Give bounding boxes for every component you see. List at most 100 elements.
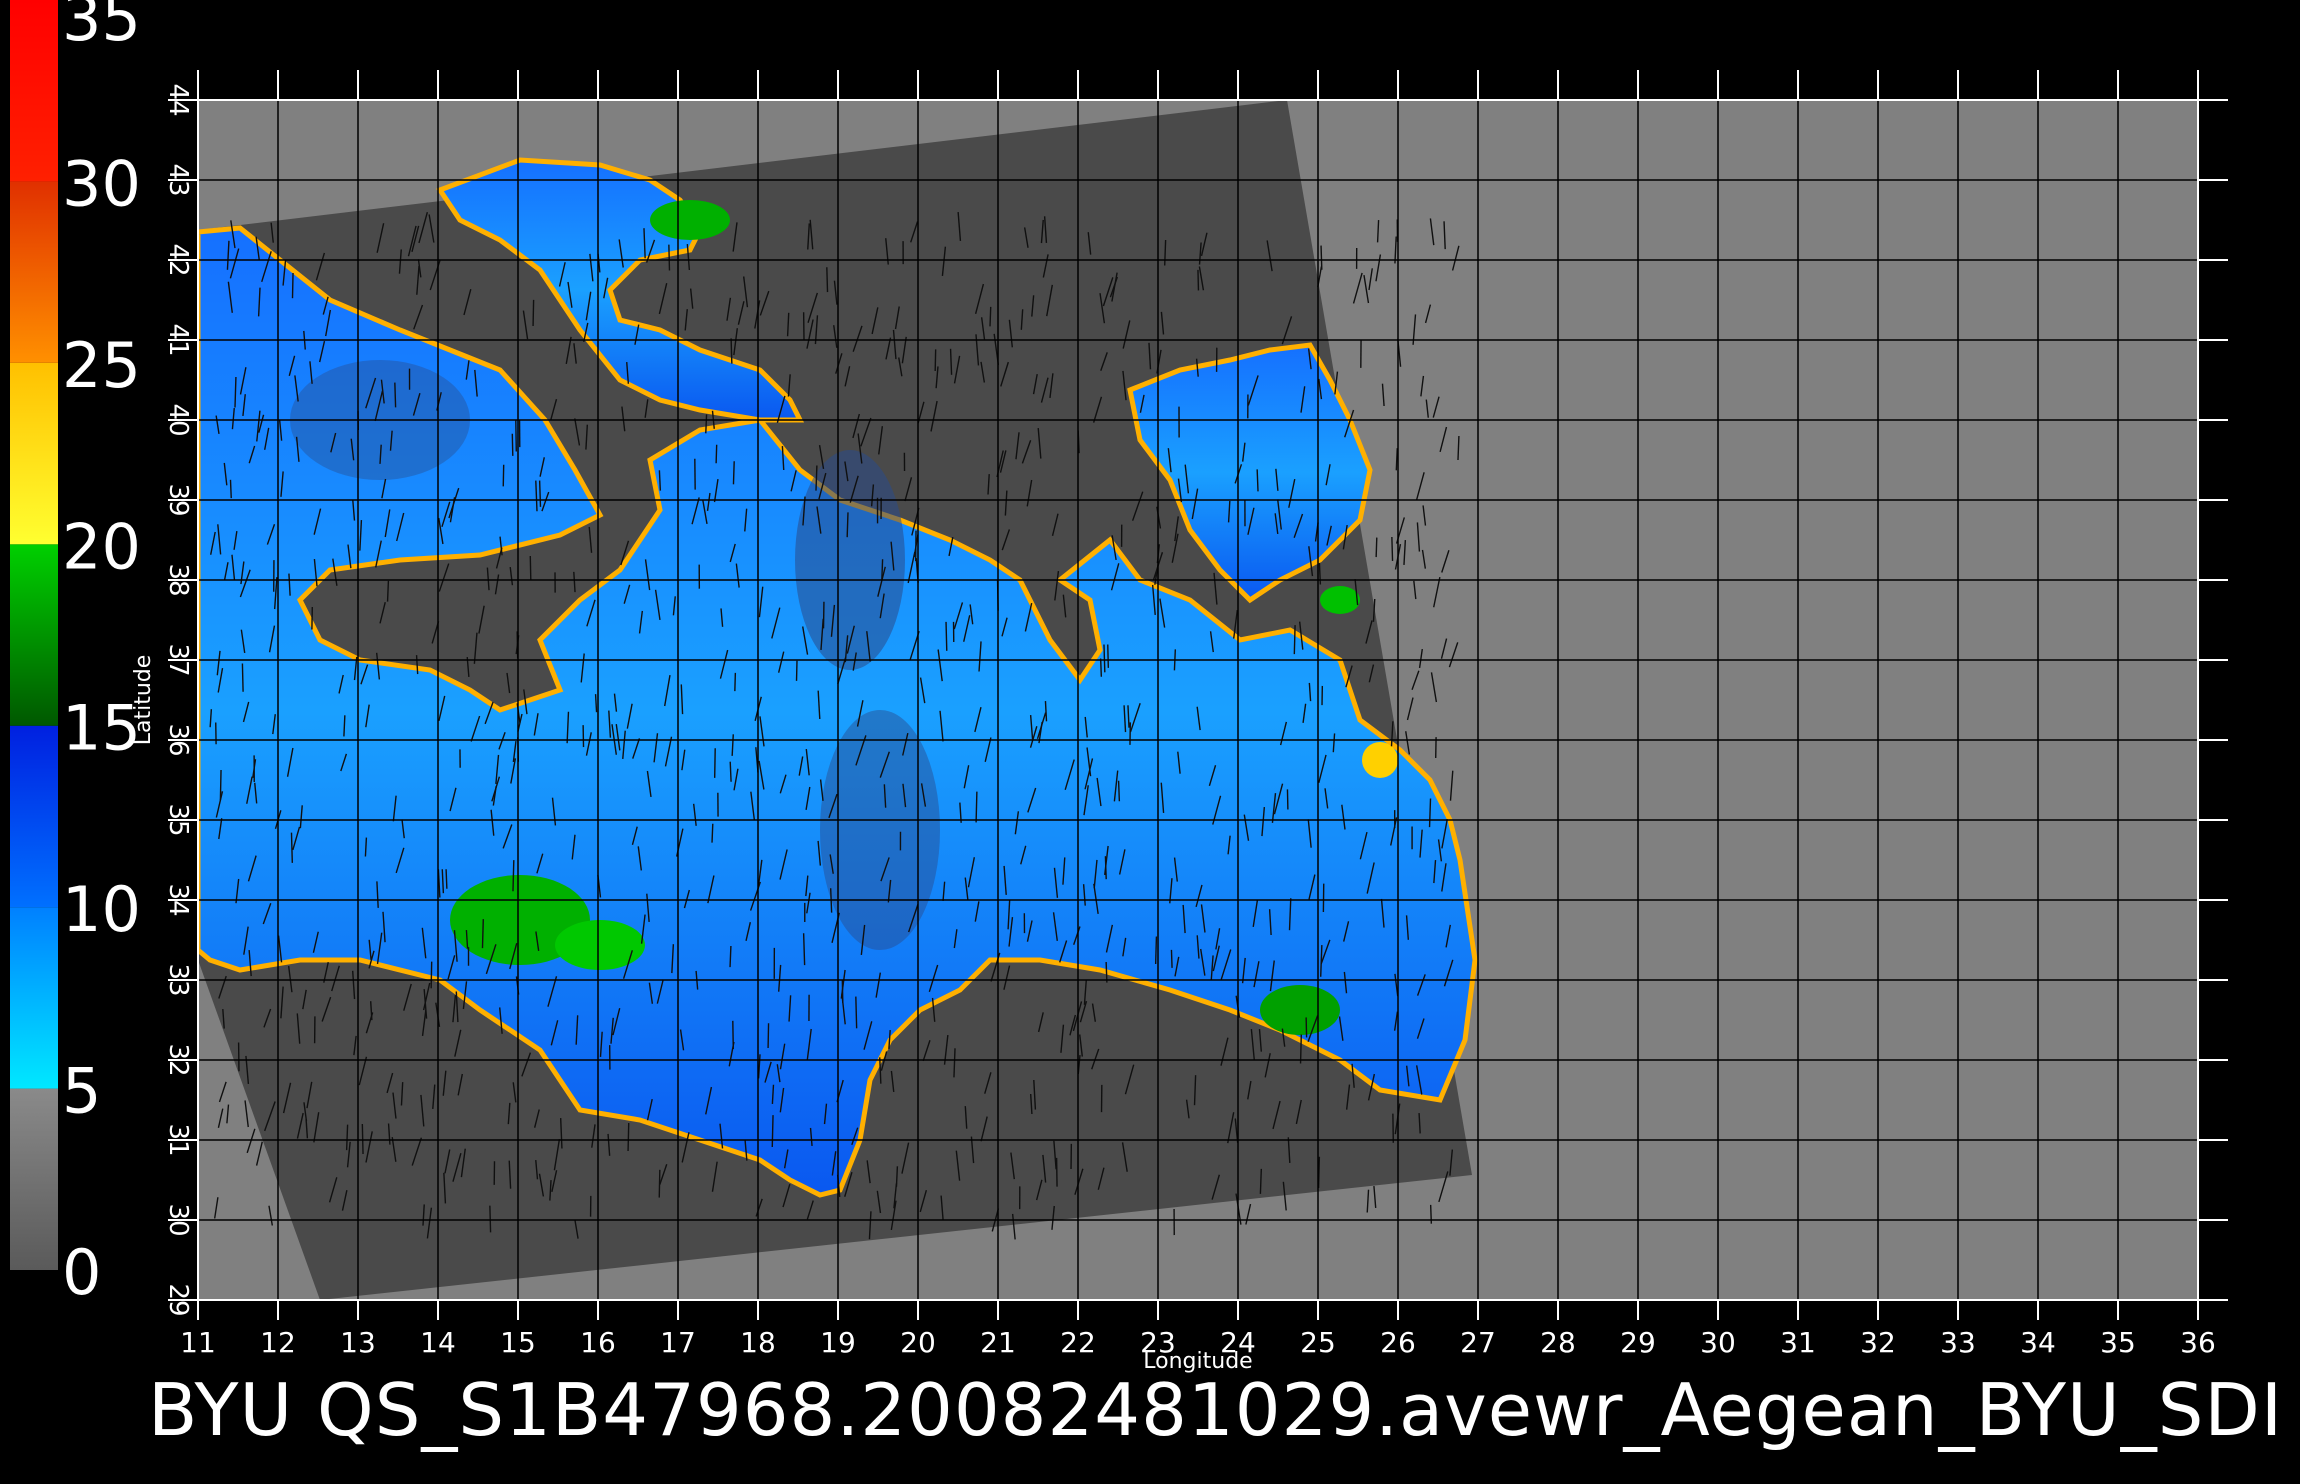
colorbar-tick-label: 30 — [62, 147, 141, 220]
wind-barb — [716, 445, 717, 463]
wind-barb — [1171, 950, 1172, 968]
colorbar-segment — [10, 181, 58, 362]
lon-tick-label: 33 — [1940, 1326, 1976, 1359]
lon-tick-label: 19 — [820, 1326, 856, 1359]
wind-barb — [1156, 936, 1157, 964]
wind-barb — [731, 338, 732, 363]
wind-barb — [1376, 538, 1377, 558]
colorbar-segment — [10, 544, 58, 725]
wind-barb — [596, 694, 597, 712]
wind-barb — [804, 933, 805, 965]
wind-barb — [533, 300, 534, 326]
wind-barb — [347, 1125, 348, 1150]
lon-tick-label: 32 — [1860, 1326, 1896, 1359]
wind-barb — [490, 1206, 491, 1233]
lon-tick-label: 36 — [2180, 1326, 2216, 1359]
wind-barb — [990, 307, 991, 327]
lon-tick-label: 31 — [1780, 1326, 1816, 1359]
wind-barb — [482, 919, 483, 948]
lon-tick-label: 18 — [740, 1326, 776, 1359]
lon-tick-label: 13 — [340, 1326, 376, 1359]
wind-barb — [946, 622, 947, 651]
wind-barb — [712, 824, 713, 843]
colorbar-tick-label: 25 — [62, 329, 141, 402]
wind-barb — [1458, 436, 1459, 460]
lon-tick-label: 27 — [1460, 1326, 1496, 1359]
lon-tick-label: 20 — [900, 1326, 936, 1359]
wind-barb — [827, 267, 828, 292]
lat-tick-label: 43 — [163, 163, 193, 196]
lat-tick-label: 44 — [163, 83, 193, 116]
wind-barb — [1294, 625, 1295, 654]
lat-tick-label: 32 — [163, 1043, 193, 1076]
wind-barb — [659, 470, 660, 490]
wind-barb — [730, 762, 731, 782]
wind-barb — [344, 715, 345, 736]
wind-barb — [1260, 1169, 1261, 1194]
wind-barb — [976, 792, 977, 823]
lat-tick-label: 30 — [163, 1203, 193, 1236]
lat-tick-label: 36 — [163, 723, 193, 756]
wind-barb — [388, 581, 389, 602]
colorbar-tick-label: 20 — [62, 510, 141, 583]
wind-barb — [230, 480, 231, 498]
wind-barb — [735, 673, 736, 691]
lon-tick-label: 26 — [1380, 1326, 1416, 1359]
colorbar-segment — [10, 726, 58, 907]
wind-barb — [847, 512, 848, 537]
wind-barb — [242, 664, 243, 692]
colorbar-tick-label: 35 — [62, 0, 141, 55]
lon-tick-label: 30 — [1700, 1326, 1736, 1359]
colorbar-segment — [10, 1089, 58, 1270]
lon-tick-label: 25 — [1300, 1326, 1336, 1359]
wind-barb — [1430, 799, 1431, 828]
wind-barb — [856, 997, 857, 1029]
wind-barb — [1108, 644, 1109, 667]
wind-barb — [715, 748, 716, 778]
colorbar-segment — [10, 907, 58, 1088]
wind-barb — [628, 1123, 629, 1151]
wind-barb — [1165, 240, 1166, 265]
wind-barb — [446, 869, 447, 889]
wind-barb — [530, 556, 531, 580]
colorbar-tick-label: 0 — [62, 1236, 101, 1309]
map-svg: 05101520253035 — [0, 0, 2300, 1480]
wind-barb — [730, 946, 731, 967]
colorbar-tick-label: 10 — [62, 873, 141, 946]
wind-barb — [706, 414, 707, 433]
wind-barb — [1321, 246, 1322, 270]
wind-barb — [220, 770, 221, 800]
lat-tick-label: 31 — [163, 1123, 193, 1156]
lon-tick-label: 16 — [580, 1326, 616, 1359]
wind-barb — [1301, 1034, 1302, 1063]
lat-tick-label: 41 — [163, 323, 193, 356]
lon-tick-label: 28 — [1540, 1326, 1576, 1359]
lat-tick-label: 42 — [163, 243, 193, 276]
lon-tick-label: 29 — [1620, 1326, 1656, 1359]
wind-barb — [235, 377, 236, 408]
lat-tick-label: 34 — [163, 883, 193, 916]
wind-barb — [513, 860, 514, 891]
wind-barb — [1104, 644, 1105, 672]
lat-tick-label: 39 — [163, 483, 193, 516]
wind-barb — [291, 833, 292, 863]
wind-barb — [1101, 658, 1102, 676]
wind-barb — [292, 273, 293, 298]
lat-tick-label: 33 — [163, 963, 193, 996]
wind-barb — [1119, 781, 1120, 801]
footer-filename: BYU QS_S1B47968.20082481029.avewr_Aegean… — [148, 1368, 2283, 1452]
wind-barb — [1257, 469, 1258, 491]
wind-barb — [816, 466, 817, 491]
lon-tick-label: 21 — [980, 1326, 1016, 1359]
lat-tick-label: 37 — [163, 643, 193, 676]
wind-barb — [772, 1115, 773, 1147]
lon-tick-label: 17 — [660, 1326, 696, 1359]
wind-barb — [362, 1124, 363, 1154]
wind-barb — [733, 461, 734, 484]
wind-barb — [540, 481, 541, 507]
colorbar-tick-label: 15 — [62, 692, 141, 765]
wind-speed-colorbar: 05101520253035 — [10, 0, 141, 1309]
colorbar-segment — [10, 0, 58, 181]
lon-tick-label: 14 — [420, 1326, 456, 1359]
lon-tick-label: 11 — [180, 1326, 216, 1359]
